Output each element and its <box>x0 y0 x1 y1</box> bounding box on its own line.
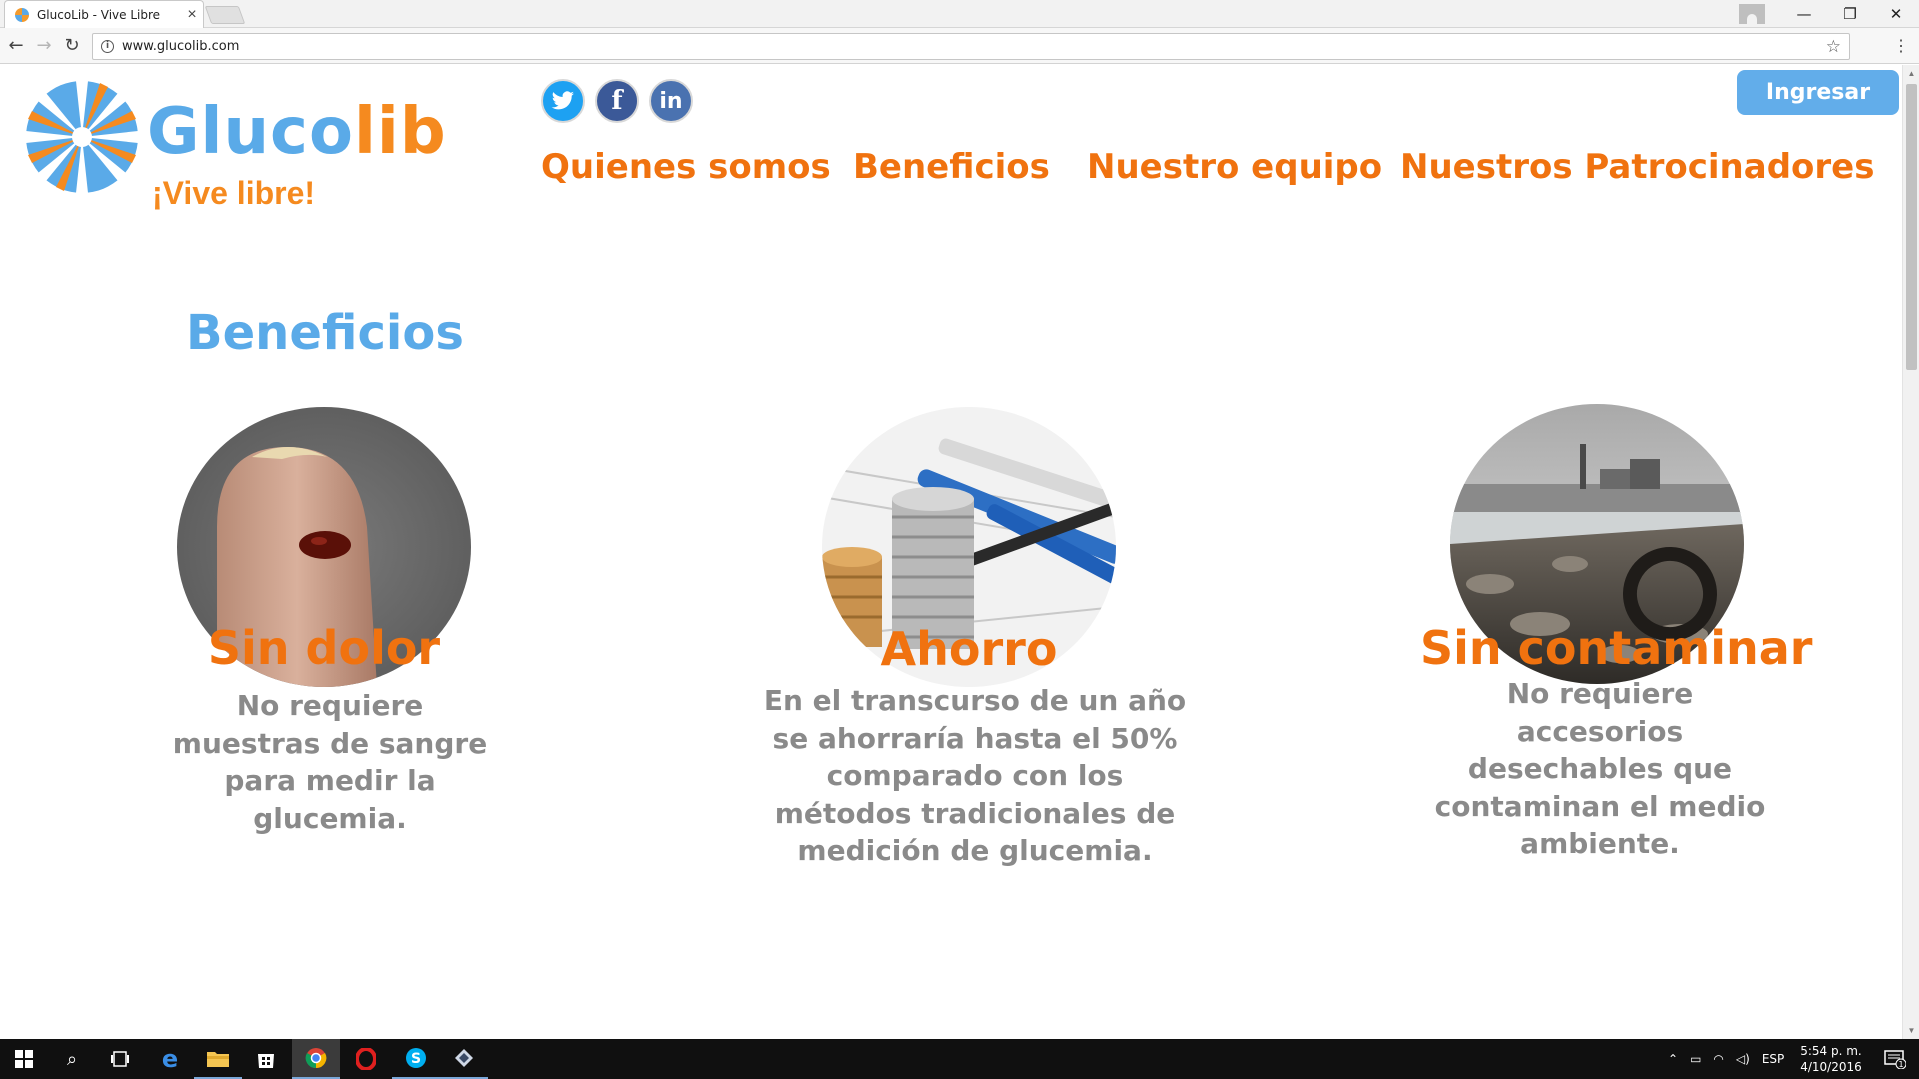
nav-nuestros-patrocinadores[interactable]: Nuestros Patrocinadores <box>1400 147 1874 187</box>
windows-start-icon[interactable] <box>0 1039 48 1079</box>
login-button[interactable]: Ingresar <box>1737 70 1899 115</box>
scroll-thumb[interactable] <box>1906 84 1917 370</box>
close-window-button[interactable]: ✕ <box>1873 5 1919 23</box>
reload-icon[interactable]: ↻ <box>60 34 84 58</box>
page-scrollbar[interactable]: ▲ ▼ <box>1902 65 1919 1039</box>
logo-sunburst-icon <box>26 81 138 193</box>
skype-icon[interactable]: S <box>392 1039 440 1079</box>
tab-close-icon[interactable]: × <box>181 6 203 24</box>
restore-button[interactable]: ❐ <box>1827 5 1873 23</box>
user-profile-icon[interactable] <box>1739 4 1765 24</box>
chrome-icon[interactable] <box>292 1039 340 1079</box>
scroll-up-arrow-icon[interactable]: ▲ <box>1903 65 1919 82</box>
browser-titlebar: GlucoLib - Vive Libre × — ❐ ✕ <box>0 0 1919 28</box>
browser-tab[interactable]: GlucoLib - Vive Libre × <box>4 0 204 28</box>
minimize-button[interactable]: — <box>1781 5 1827 23</box>
facebook-icon[interactable]: f <box>595 79 639 123</box>
notification-count: 1 <box>1898 1060 1903 1069</box>
system-tray: ⌃ ▭ ◠ ◁) ESP <box>1668 1039 1784 1079</box>
clock-time: 5:54 p. m. <box>1800 1044 1862 1058</box>
logo-gluco: Gluco <box>147 95 354 169</box>
forward-arrow-icon[interactable]: → <box>32 34 56 58</box>
language-indicator[interactable]: ESP <box>1762 1052 1784 1066</box>
tray-expand-icon[interactable]: ⌃ <box>1668 1052 1678 1066</box>
card-title-ahorro: Ahorro <box>880 622 1058 676</box>
new-tab-button[interactable] <box>204 6 246 24</box>
edge-browser-icon[interactable]: e <box>146 1039 194 1079</box>
url-text[interactable]: www.glucolib.com <box>122 39 1826 54</box>
address-bar[interactable]: i www.glucolib.com ☆ <box>92 33 1850 60</box>
info-icon[interactable]: i <box>101 40 114 53</box>
card-text-sin-contaminar: No requiere accesorios desechables que c… <box>1434 677 1766 860</box>
wifi-icon[interactable]: ◠ <box>1713 1052 1723 1066</box>
svg-text:S: S <box>411 1051 421 1067</box>
volume-icon[interactable]: ◁) <box>1736 1052 1750 1066</box>
bookmark-star-icon[interactable]: ☆ <box>1826 37 1841 57</box>
opera-icon[interactable] <box>342 1039 390 1079</box>
logo-tagline: ¡Vive libre! <box>152 175 316 211</box>
logo-lib: lib <box>353 95 447 169</box>
favicon-icon <box>15 7 29 22</box>
task-view-icon[interactable] <box>96 1039 144 1079</box>
app-launcher-icon[interactable] <box>440 1039 488 1079</box>
nav-beneficios[interactable]: Beneficios <box>853 147 1050 187</box>
page-viewport: Glucolib ¡Vive libre! f in Ingresar Quie… <box>0 65 1902 1039</box>
browser-menu-icon[interactable]: ⋮ <box>1893 36 1909 56</box>
logo-wordmark: Glucolib <box>147 97 447 167</box>
window-controls: — ❐ ✕ <box>1739 0 1919 28</box>
battery-icon[interactable]: ▭ <box>1690 1052 1701 1066</box>
card-text-ahorro: En el transcurso de un año se ahorraría … <box>763 684 1187 867</box>
twitter-icon[interactable] <box>541 79 585 123</box>
file-explorer-icon[interactable] <box>194 1039 242 1079</box>
glucolib-logo[interactable]: Glucolib ¡Vive libre! <box>24 79 494 211</box>
browser-toolbar: ← → ↻ i www.glucolib.com ☆ ⋮ <box>0 28 1919 64</box>
linkedin-icon[interactable]: in <box>649 79 693 123</box>
card-title-sin-dolor: Sin dolor <box>207 621 441 675</box>
scroll-down-arrow-icon[interactable]: ▼ <box>1903 1022 1919 1039</box>
clock-date: 4/10/2016 <box>1800 1060 1862 1074</box>
section-title: Beneficios <box>186 305 464 361</box>
tab-title: GlucoLib - Vive Libre <box>37 7 161 22</box>
nav-nuestro-equipo[interactable]: Nuestro equipo <box>1087 147 1382 187</box>
back-arrow-icon[interactable]: ← <box>4 34 28 58</box>
card-title-sin-contaminar: Sin contaminar <box>1420 621 1813 675</box>
search-icon[interactable]: ⌕ <box>48 1039 96 1079</box>
card-text-sin-dolor: No requiere muestras de sangre para medi… <box>172 689 488 835</box>
notifications-icon[interactable]: 1 <box>1871 1039 1919 1079</box>
windows-store-icon[interactable] <box>242 1039 290 1079</box>
clock[interactable]: 5:54 p. m. 4/10/2016 <box>1791 1043 1871 1075</box>
nav-quienes-somos[interactable]: Quienes somos <box>541 147 831 187</box>
windows-taskbar: ⌕ e S ⌃ ▭ ◠ ◁) ESP 5:54 p. m. 4/10/2016 … <box>0 1039 1919 1079</box>
